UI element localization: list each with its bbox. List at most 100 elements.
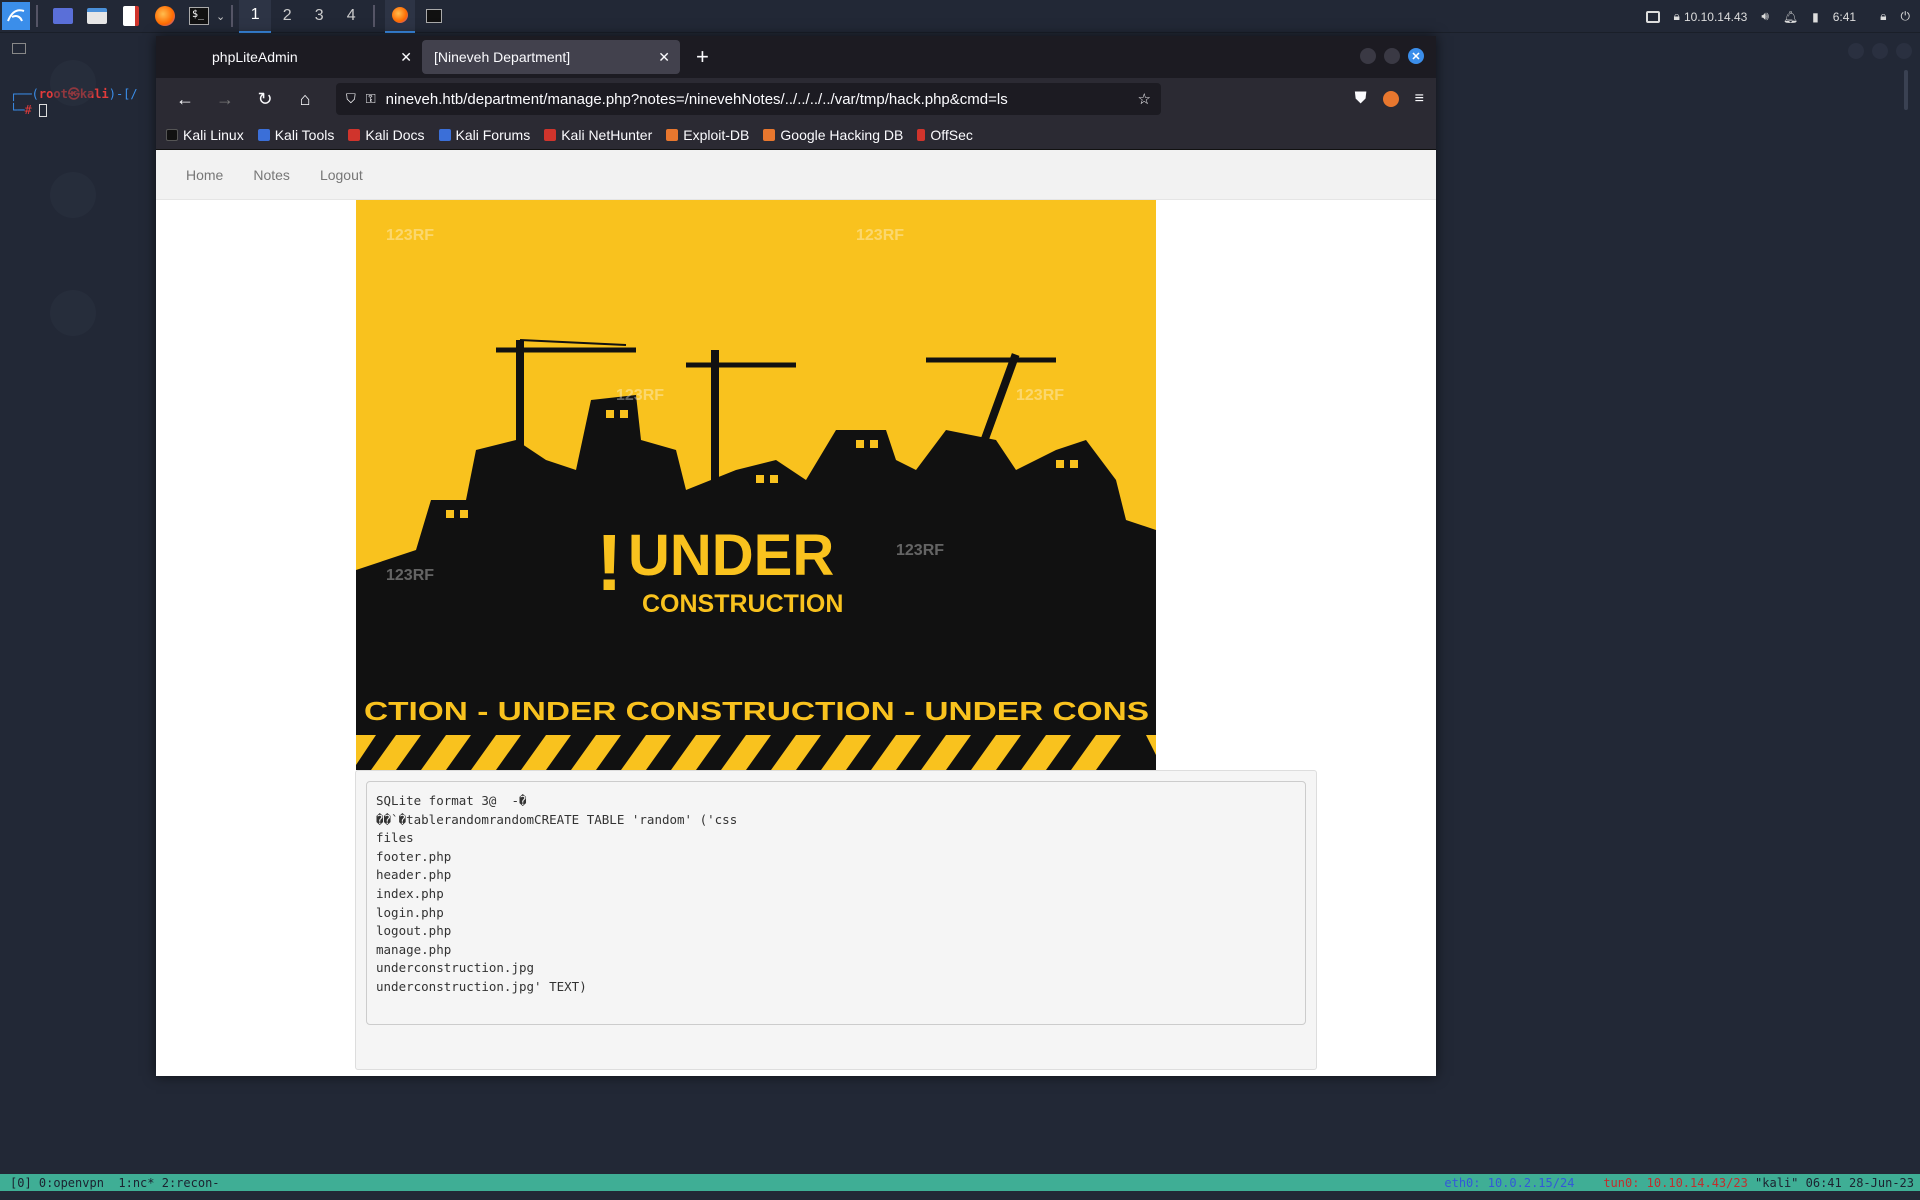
hero-banner: CTION - UNDER CONSTRUCTION - UNDER CONS	[364, 696, 1149, 726]
under-construction-image: ! UNDER CONSTRUCTION CTION - UNDER CONST…	[356, 200, 1156, 770]
home-desktop-icon[interactable]	[50, 290, 96, 336]
bookmark-exploit-db[interactable]: Exploit-DB	[666, 127, 749, 143]
extension-fox-icon[interactable]	[1382, 91, 1399, 107]
bookmark-kali-nethunter[interactable]: Kali NetHunter	[544, 127, 652, 143]
nav-logout-link[interactable]: Logout	[320, 167, 363, 183]
bookmark-google-hacking-db[interactable]: Google Hacking DB	[763, 127, 903, 143]
trash-desktop-icon[interactable]	[50, 60, 96, 106]
bookmark-label: Kali Linux	[183, 126, 244, 143]
terminal-window-icon[interactable]	[419, 2, 449, 30]
right-window-controls	[1848, 43, 1912, 59]
filesystem-desktop-icon[interactable]	[50, 172, 96, 218]
firefox-icon[interactable]	[150, 2, 180, 30]
watermark-text: 123RF	[386, 227, 434, 244]
terminal-cursor	[38, 104, 47, 117]
bookmark-kali-docs[interactable]: Kali Docs	[348, 126, 425, 143]
watermark-text: 123RF	[386, 567, 434, 584]
watermark-text: 123RF	[856, 227, 904, 244]
system-tray: 🔒︎ 10.10.14.43 🔊︎ 🔔︎ ▮ 6:41 🔒︎ ⏻	[1645, 0, 1920, 33]
tmux-status-bar: [0] 0:openvpn 1:nc* 2:recon- eth0: 10.0.…	[0, 1174, 1920, 1191]
minimize-button[interactable]	[1360, 48, 1376, 64]
bookmark-kali-linux[interactable]: Kali Linux	[166, 127, 244, 143]
bookmark-kali-tools[interactable]: Kali Tools	[257, 127, 334, 143]
clock[interactable]: 6:41	[1833, 10, 1856, 24]
close-window-button[interactable]: ✕	[1408, 48, 1424, 64]
bookmark-kali-forums[interactable]: Kali Forums	[438, 126, 531, 143]
taskbar: $_ ⌄ 1 2 3 4 🔒︎ 10.10.14.43 🔊︎ 🔔︎ ▮ 6:41…	[0, 0, 1920, 33]
workspace-1[interactable]: 1	[239, 0, 272, 33]
new-tab-button[interactable]: +	[696, 44, 709, 70]
exploit-db-icon	[666, 128, 679, 141]
chevron-down-icon[interactable]: ⌄	[216, 10, 225, 23]
hero-subtitle: CONSTRUCTION	[642, 590, 843, 618]
vpn-ip[interactable]: 🔒︎ 10.10.14.43	[1674, 9, 1748, 24]
taskbar-separator	[231, 5, 234, 27]
kali-linux-icon	[166, 128, 178, 141]
tab-phpliteadmin[interactable]: phpLiteAdmin ✕	[164, 40, 422, 74]
file-manager-icon[interactable]	[82, 2, 112, 30]
toolbar-right: ⛊ ≡	[1355, 90, 1424, 108]
site-navbar: Home Notes Logout	[156, 150, 1436, 200]
tab-nineveh-department[interactable]: [Nineveh Department] ✕	[422, 40, 680, 74]
google-hacking-db-icon	[763, 128, 776, 141]
shield-icon[interactable]: ⛉	[346, 91, 356, 107]
bookmark-label: Exploit-DB	[683, 126, 750, 143]
display-icon[interactable]	[1645, 10, 1660, 23]
kali-menu-icon[interactable]	[2, 2, 30, 30]
bookmark-label: Kali Forums	[455, 126, 531, 143]
pocket-icon[interactable]: ⛊	[1355, 90, 1367, 108]
terminal-prompt-line2: └─#	[10, 103, 47, 117]
bookmark-label: Kali NetHunter	[561, 126, 653, 143]
page-info-icon[interactable]: ⚿	[366, 91, 376, 107]
terminal-icon[interactable]: $_	[184, 2, 214, 30]
maximize-button[interactable]	[1384, 48, 1400, 64]
page-content: Home Notes Logout ! UNDER CONSTRUCTION C…	[156, 150, 1436, 1076]
host-clock-status: "kali" 06:41 28-Jun-23	[1747, 1175, 1914, 1190]
kali-nethunter-icon	[544, 128, 557, 141]
tmux-status-right: eth0: 10.0.2.15/24 tun0: 10.10.14.43/23 …	[1444, 1176, 1920, 1190]
bookmark-label: Kali Docs	[365, 126, 425, 143]
prompt-path: )-[/	[108, 87, 138, 101]
prompt-hash: #	[24, 103, 32, 117]
home-icon[interactable]: ⌂	[288, 83, 322, 115]
battery-icon[interactable]: ▮	[1812, 10, 1819, 24]
firefox-window-icon[interactable]	[385, 0, 416, 33]
back-arrow-icon[interactable]: ←	[168, 83, 202, 115]
hero-title: UNDER	[628, 523, 834, 588]
kali-tools-icon	[257, 128, 270, 141]
lock-icon[interactable]: 🔒︎	[1880, 9, 1886, 24]
window-controls: ✕	[1360, 48, 1424, 64]
menu-hamburger-icon[interactable]: ≡	[1415, 90, 1424, 108]
reload-icon[interactable]: ↻	[248, 83, 282, 115]
hero-exclaim: !	[596, 518, 623, 607]
close-tab-icon[interactable]: ✕	[400, 49, 412, 66]
tab-label: phpLiteAdmin	[212, 49, 298, 65]
bookmark-label: Google Hacking DB	[780, 126, 904, 143]
tmux-windows[interactable]: [0] 0:openvpn 1:nc* 2:recon-	[0, 1176, 220, 1190]
volume-icon[interactable]: 🔊︎	[1761, 9, 1769, 24]
nav-notes-link[interactable]: Notes	[253, 167, 290, 183]
desktop-icon[interactable]	[48, 2, 78, 30]
text-editor-icon[interactable]	[116, 2, 146, 30]
workspace-3[interactable]: 3	[303, 0, 335, 33]
url-text[interactable]: nineveh.htb/department/manage.php?notes=…	[386, 91, 1128, 108]
workspace-4[interactable]: 4	[335, 0, 367, 33]
bookmark-label: OffSec	[930, 126, 973, 143]
bookmarks-bar: Kali Linux Kali Tools Kali Docs Kali For…	[156, 120, 1436, 150]
url-bar[interactable]: ⛉ ⚿ nineveh.htb/department/manage.php?no…	[336, 83, 1161, 115]
output-panel: SQLite format 3@ -� ��`�tablerandomrando…	[355, 770, 1317, 1070]
bookmark-star-icon[interactable]: ☆	[1138, 90, 1151, 108]
forward-arrow-icon[interactable]: →	[208, 83, 242, 115]
watermark-text: 123RF	[896, 542, 944, 559]
browser-window: phpLiteAdmin ✕ [Nineveh Department] ✕ + …	[156, 36, 1436, 1076]
terminal-scrollbar[interactable]	[1904, 70, 1908, 110]
nav-home-link[interactable]: Home	[186, 167, 223, 183]
bookmark-offsec[interactable]: OffSec	[917, 127, 973, 143]
power-icon[interactable]: ⏻	[1901, 9, 1911, 24]
close-tab-icon[interactable]: ✕	[658, 49, 670, 66]
command-output: SQLite format 3@ -� ��`�tablerandomrando…	[366, 781, 1306, 1025]
workspace-2[interactable]: 2	[271, 0, 303, 33]
notification-bell-icon[interactable]: 🔔︎	[1783, 10, 1798, 24]
taskbar-separator	[36, 5, 38, 27]
offsec-icon	[917, 128, 926, 141]
